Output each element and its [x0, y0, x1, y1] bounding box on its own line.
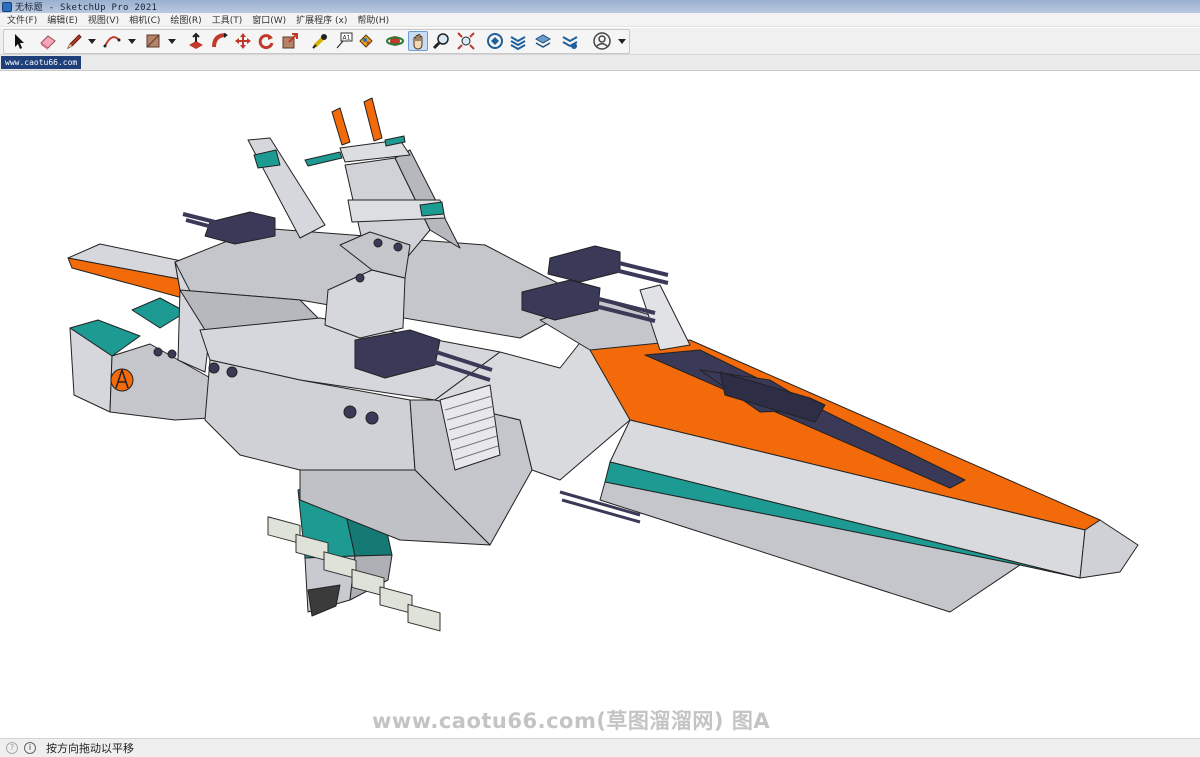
scale-icon	[282, 33, 298, 49]
menu-view[interactable]: 视图(V)	[83, 13, 124, 26]
tape-measure-tool-button[interactable]	[310, 31, 330, 51]
eraser-tool-button[interactable]	[38, 31, 58, 51]
select-arrow-icon	[15, 34, 24, 49]
extension-manager-button[interactable]	[560, 31, 580, 51]
rectangle-icon	[146, 34, 160, 48]
menu-tools[interactable]: 工具(T)	[207, 13, 248, 26]
pan-tool-button[interactable]	[408, 31, 428, 51]
menu-file[interactable]: 文件(F)	[2, 13, 42, 26]
follow-me-tool-button[interactable]	[210, 31, 230, 51]
window-title: 无标题 - SketchUp Pro 2021	[15, 3, 158, 13]
pan-hand-icon	[413, 34, 423, 50]
menu-camera[interactable]: 相机(C)	[124, 13, 165, 26]
warehouse-icon	[487, 33, 503, 49]
zoom-extents-tool-button[interactable]	[456, 31, 476, 51]
shape-dropdown-icon[interactable]	[168, 39, 176, 44]
orbit-icon	[386, 36, 404, 46]
svg-text:A1: A1	[343, 35, 351, 42]
user-account-icon	[593, 32, 611, 50]
rotate-tool-button[interactable]	[256, 31, 276, 51]
orbit-tool-button[interactable]	[385, 31, 405, 51]
bow-section	[539, 284, 1139, 613]
large-toolset-toolbar: A1	[0, 28, 1200, 55]
menu-extensions[interactable]: 扩展程序 (x)	[291, 13, 352, 26]
select-tool-button[interactable]	[8, 31, 28, 51]
eraser-icon	[40, 35, 56, 50]
zoom-magnifier-icon	[432, 33, 449, 50]
move-tool-button[interactable]	[233, 31, 253, 51]
layout-button[interactable]	[533, 31, 553, 51]
spaceship-model	[67, 97, 1139, 632]
geo-location-icon[interactable]: ?	[6, 742, 18, 754]
sketchup-app-icon	[2, 1, 12, 12]
menu-window[interactable]: 窗口(W)	[247, 13, 291, 26]
extension-warehouse-button[interactable]	[508, 31, 528, 51]
rectangle-tool-button[interactable]	[143, 31, 163, 51]
paint-bucket-tool-button[interactable]	[356, 31, 376, 51]
paint-bucket-icon	[359, 34, 373, 48]
rotate-icon	[258, 34, 274, 50]
menu-draw[interactable]: 绘图(R)	[165, 13, 206, 26]
follow-me-icon	[212, 33, 228, 48]
arc-icon	[103, 36, 121, 48]
push-pull-tool-button[interactable]	[186, 31, 206, 51]
info-icon[interactable]: i	[24, 742, 36, 754]
account-dropdown-icon[interactable]	[618, 39, 626, 44]
menu-edit[interactable]: 编辑(E)	[42, 13, 83, 26]
tape-measure-icon	[312, 34, 327, 49]
move-arrows-icon	[235, 33, 251, 49]
text-label-icon: A1	[336, 32, 353, 49]
zoom-tool-button[interactable]	[432, 31, 452, 51]
line-tool-button[interactable]	[64, 31, 84, 51]
menu-bar: 文件(F) 编辑(E) 视图(V) 相机(C) 绘图(R) 工具(T) 窗口(W…	[0, 13, 1200, 27]
account-button[interactable]	[592, 31, 612, 51]
zoom-extents-icon	[457, 32, 475, 50]
status-bar: ? i 按方向拖动以平移	[0, 738, 1200, 757]
arc-dropdown-icon[interactable]	[128, 39, 136, 44]
model-viewport[interactable]	[0, 72, 1200, 736]
line-dropdown-icon[interactable]	[88, 39, 96, 44]
scene-tab-strip: www.caotu66.com	[0, 55, 1200, 71]
arc-tool-button[interactable]	[102, 31, 122, 51]
text-tool-button[interactable]: A1	[334, 31, 354, 51]
3d-warehouse-button[interactable]	[485, 31, 505, 51]
pencil-icon	[66, 34, 82, 50]
push-pull-icon	[189, 32, 203, 49]
scale-tool-button[interactable]	[280, 31, 300, 51]
menu-help[interactable]: 帮助(H)	[352, 13, 394, 26]
status-hint: 按方向拖动以平移	[46, 742, 134, 755]
extension-manager-icon	[562, 36, 578, 49]
extension-warehouse-icon	[510, 36, 526, 51]
scene-tab[interactable]: www.caotu66.com	[1, 56, 82, 69]
layout-icon	[534, 34, 552, 48]
watermark: www.caotu66.com(草图溜溜网) 图A	[372, 709, 771, 733]
title-bar: 无标题 - SketchUp Pro 2021	[0, 0, 1200, 13]
